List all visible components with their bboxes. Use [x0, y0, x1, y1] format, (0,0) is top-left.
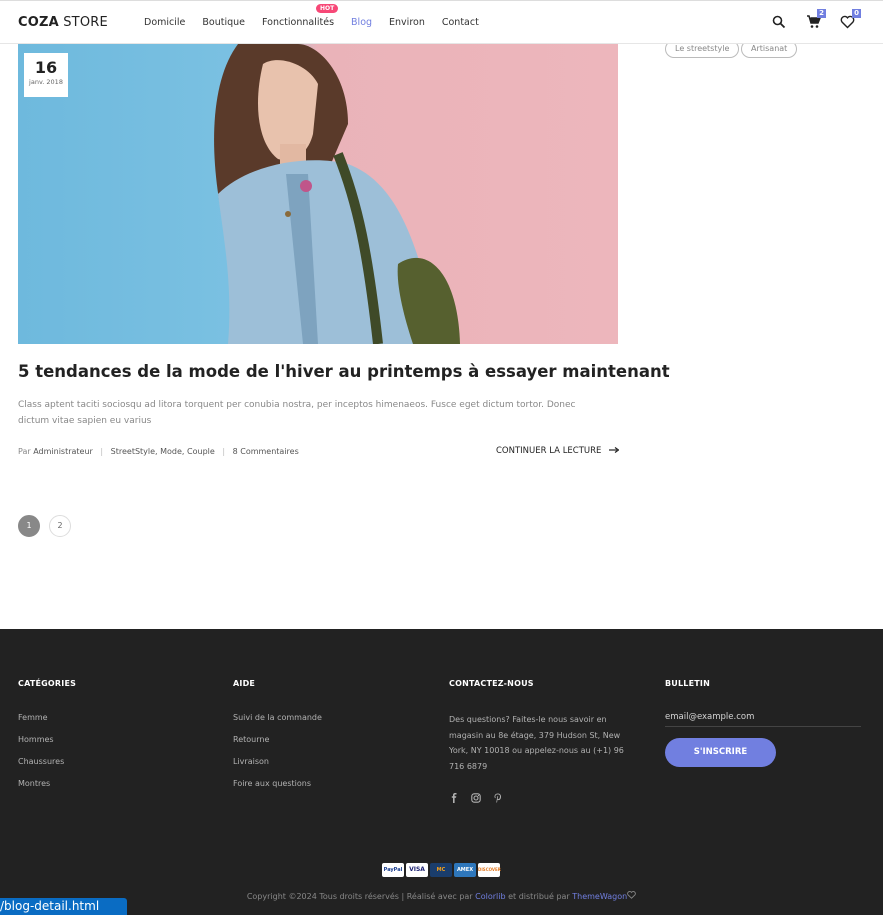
footer-categories: CATÉGORIES Femme Hommes Chaussures Montr…	[18, 679, 76, 801]
colorlib-link[interactable]: Colorlib	[475, 892, 505, 901]
main-nav: Domicile Boutique Fonctionnalités Blog E…	[144, 17, 496, 28]
hot-badge: HOT	[316, 4, 339, 13]
nav-item-domicile[interactable]: Domicile	[144, 17, 185, 28]
visa-icon: VISA	[406, 863, 428, 877]
read-more-label: CONTINUER LA LECTURE	[496, 446, 602, 456]
amex-icon: AMEX	[454, 863, 476, 877]
footer-link-faq[interactable]: Foire aux questions	[233, 779, 322, 788]
footer-contact: CONTACTEZ-NOUS Des questions? Faites-le …	[449, 679, 625, 803]
post-image[interactable]: 16 janv. 2018	[18, 44, 618, 344]
search-icon[interactable]	[772, 14, 788, 30]
footer-help: AIDE Suivi de la commande Retourne Livra…	[233, 679, 322, 801]
post-excerpt: Class aptent taciti sociosqu ad litora t…	[18, 400, 576, 426]
footer-link-tracking[interactable]: Suivi de la commande	[233, 713, 322, 722]
footer-contact-text: Des questions? Faites-le nous savoir en …	[449, 715, 624, 771]
meta-author[interactable]: Administrateur	[33, 447, 93, 456]
nav-item-contact[interactable]: Contact	[442, 17, 479, 28]
nav-item-boutique[interactable]: Boutique	[202, 17, 245, 28]
subscribe-button[interactable]: S'INSCRIRE	[665, 738, 776, 767]
meta-comments[interactable]: 8 Commentaires	[233, 447, 299, 456]
post-title[interactable]: 5 tendances de la mode de l'hiver au pri…	[18, 362, 670, 381]
link-status-bar: /blog-detail.html	[0, 898, 127, 915]
heart-outline-icon	[627, 891, 636, 901]
payment-icons: PayPal VISA MC AMEX DISCOVER	[382, 863, 501, 877]
discover-icon: DISCOVER	[478, 863, 501, 877]
instagram-icon[interactable]	[471, 788, 481, 803]
post-date-box: 16 janv. 2018	[24, 53, 68, 97]
copyright-text: Copyright ©2024 Tous droits réservés | R…	[246, 892, 476, 901]
copyright-mid: et distribué par	[505, 892, 573, 901]
footer-newsletter-title: BULLETIN	[665, 679, 710, 688]
footer-link-montres[interactable]: Montres	[18, 779, 76, 788]
pagination-page-2[interactable]: 2	[49, 515, 71, 537]
post-month: janv. 2018	[29, 78, 63, 86]
footer-link-femme[interactable]: Femme	[18, 713, 76, 722]
read-more-link[interactable]: CONTINUER LA LECTURE	[496, 446, 620, 456]
footer-link-hommes[interactable]: Hommes	[18, 735, 76, 744]
social-links	[449, 788, 625, 803]
mastercard-icon: MC	[430, 863, 452, 877]
post-meta: Par Administrateur | StreetStyle, Mode, …	[18, 447, 299, 456]
pinterest-icon[interactable]	[493, 788, 503, 803]
footer-help-title: AIDE	[233, 679, 256, 688]
footer-newsletter: BULLETIN email@example.com S'INSCRIRE	[665, 679, 861, 767]
nav-item-fonctionnalites[interactable]: Fonctionnalités	[262, 17, 334, 28]
cart-count-badge: 2	[817, 9, 826, 18]
nav-item-blog[interactable]: Blog	[351, 17, 372, 28]
facebook-icon[interactable]	[449, 788, 459, 803]
footer-link-chaussures[interactable]: Chaussures	[18, 757, 76, 766]
themewagon-link[interactable]: ThemeWagon	[572, 892, 627, 901]
footer-categories-title: CATÉGORIES	[18, 679, 77, 688]
footer-link-shipping[interactable]: Livraison	[233, 757, 322, 766]
footer-link-returns[interactable]: Retourne	[233, 735, 322, 744]
site-footer: CATÉGORIES Femme Hommes Chaussures Montr…	[0, 629, 883, 915]
newsletter-email-input[interactable]: email@example.com	[665, 712, 861, 727]
wishlist-count-badge: 0	[852, 9, 861, 18]
arrow-right-icon	[609, 446, 620, 456]
footer-contact-title: CONTACTEZ-NOUS	[449, 679, 534, 688]
meta-by-label: Par	[18, 447, 31, 456]
site-header: COZA STORE Domicile Boutique Fonctionnal…	[0, 0, 883, 44]
post-day: 16	[34, 58, 58, 77]
nav-item-environ[interactable]: Environ	[389, 17, 425, 28]
pagination-page-1[interactable]: 1	[18, 515, 40, 537]
logo[interactable]: COZA STORE	[18, 15, 108, 30]
woman-photo	[214, 44, 460, 344]
copyright: Copyright ©2024 Tous droits réservés | R…	[0, 891, 883, 901]
paypal-icon: PayPal	[382, 863, 404, 877]
meta-categories[interactable]: StreetStyle, Mode, Couple	[111, 447, 215, 456]
